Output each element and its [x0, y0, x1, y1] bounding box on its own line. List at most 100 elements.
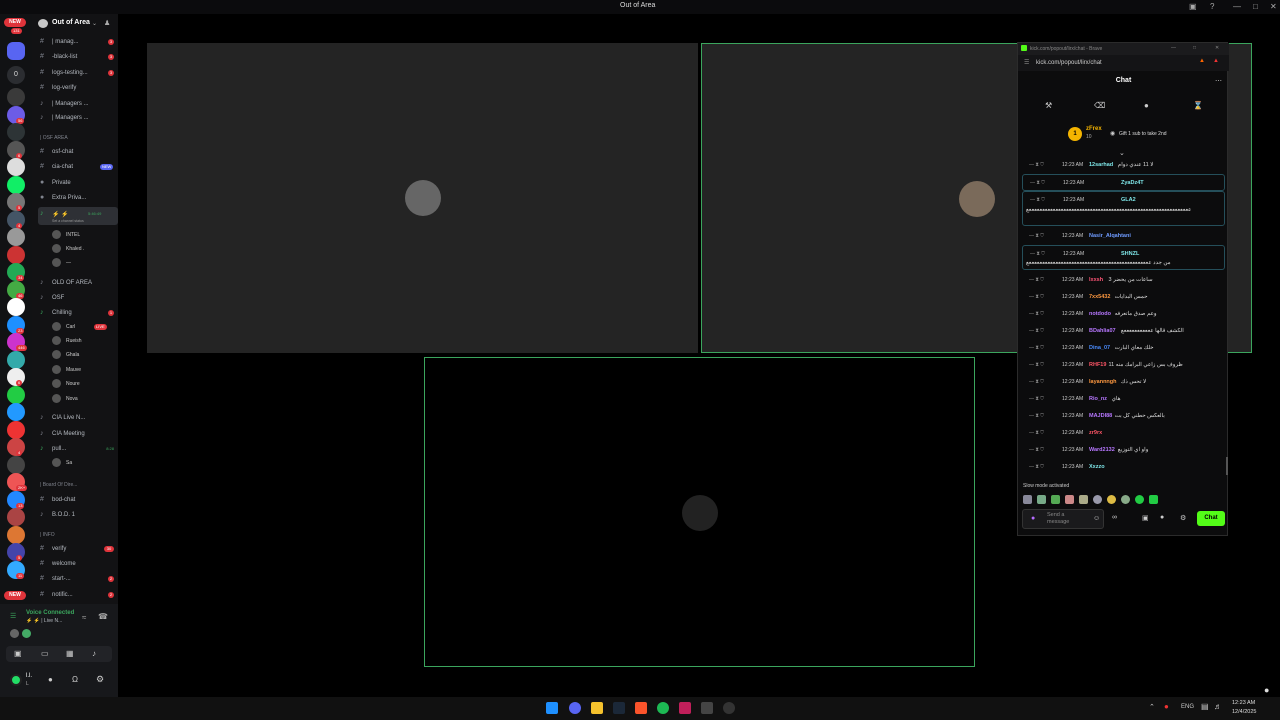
- moderation-icons[interactable]: — ⧗ ⛉: [1029, 345, 1044, 351]
- video-tile-speaking[interactable]: [424, 357, 975, 667]
- message-input[interactable]: ● Send a message ☺: [1022, 509, 1104, 529]
- avatar[interactable]: [10, 674, 22, 686]
- screen-share-icon[interactable]: ▭: [41, 649, 49, 658]
- message-username[interactable]: zr9rx: [1089, 430, 1102, 436]
- moderation-icons[interactable]: — ⧗ ⛉: [1029, 311, 1044, 317]
- moderation-icons[interactable]: — ⧗ ⛉: [1029, 294, 1044, 300]
- trash-icon[interactable]: ⌫: [1094, 101, 1105, 110]
- category-header[interactable]: | INFO: [40, 532, 55, 538]
- voice-channel-item[interactable]: ♪ | Managers ...: [38, 97, 118, 111]
- message-username[interactable]: 7xx5432: [1089, 294, 1110, 300]
- disconnect-icon[interactable]: ☎: [98, 612, 108, 621]
- store-icon[interactable]: ▣: [1142, 514, 1149, 522]
- category-header[interactable]: | OSF AREA: [40, 135, 68, 141]
- emote-icon[interactable]: [1149, 495, 1158, 504]
- start-menu-icon[interactable]: [546, 702, 558, 714]
- moderation-icons[interactable]: — ⧗ ⛉: [1030, 180, 1045, 186]
- chat-message[interactable]: — ⧗ ⛉ 12:23 AM Dina_07 خلك معاي البارت: [1022, 340, 1225, 357]
- server-icon[interactable]: [7, 403, 25, 421]
- chat-message[interactable]: — ⧗ ⛉ 12:23 AM MAJDI88 بالعكس حطني كل بت: [1022, 408, 1225, 425]
- voice-channel-item[interactable]: ♪ pull... 8:28: [38, 442, 118, 456]
- settings-icon[interactable]: ⚙: [96, 674, 104, 685]
- channel-item[interactable]: # logs-testing... 3: [38, 66, 118, 80]
- server-icon[interactable]: [7, 228, 25, 246]
- moderation-icons[interactable]: — ⧗ ⛉: [1029, 430, 1044, 436]
- voice-channel-item[interactable]: ● Private: [38, 176, 118, 190]
- message-username[interactable]: 12sarhad: [1089, 162, 1113, 168]
- channel-item[interactable]: # verify 30: [38, 542, 118, 556]
- close-button[interactable]: ✕: [1270, 2, 1277, 11]
- channel-item[interactable]: # osf-chat: [38, 145, 118, 159]
- maximize-button[interactable]: □: [1193, 45, 1196, 51]
- moderation-icons[interactable]: — ⧗ ⛉: [1029, 162, 1044, 168]
- chat-message[interactable]: — ⧗ ⛉ 12:23 AM Nasir_Alqahtani: [1022, 228, 1225, 245]
- moderation-icons[interactable]: — ⧗ ⛉: [1029, 277, 1044, 283]
- moderation-icons[interactable]: — ⧗ ⛉: [1030, 251, 1045, 257]
- server-icon[interactable]: [7, 123, 25, 141]
- emote-icon[interactable]: [1093, 495, 1102, 504]
- message-username[interactable]: MAJDI88: [1089, 413, 1112, 419]
- voice-channel-item[interactable]: ♪ B.O.D. 1: [38, 508, 118, 522]
- emote-icon[interactable]: [1065, 495, 1074, 504]
- chevron-down-icon[interactable]: ⌄: [92, 20, 97, 27]
- microphone-icon[interactable]: ●: [1264, 685, 1269, 695]
- file-explorer-icon[interactable]: [591, 702, 603, 714]
- message-username[interactable]: SHNZL: [1121, 251, 1139, 257]
- channel-item[interactable]: # start-... 2: [38, 572, 118, 586]
- brave-icon[interactable]: [635, 702, 647, 714]
- voice-channel-item[interactable]: ♪ OLD OF AREA: [38, 276, 118, 290]
- channel-item[interactable]: # welcome: [38, 557, 118, 571]
- video-tile[interactable]: [147, 43, 698, 353]
- gift-text[interactable]: Gift 1 sub to take 2nd: [1119, 131, 1167, 137]
- chat-message[interactable]: — ⧗ ⛉ 12:23 AM notdodo وعم صدق ماتعرفه: [1022, 306, 1225, 323]
- language-indicator[interactable]: ENG: [1181, 704, 1194, 710]
- chat-bubble-icon[interactable]: ●: [1144, 101, 1149, 110]
- volume-icon[interactable]: ♬: [1214, 702, 1222, 711]
- chat-message[interactable]: — ⧗ ⛉ 12:23 AM Xxzzo: [1022, 459, 1225, 476]
- server-name[interactable]: Out of Area: [52, 19, 90, 26]
- chat-message[interactable]: — ⧗ ⛉ 12:23 AM SHNZL من جدد ععععععععععععععع…: [1022, 245, 1225, 270]
- points-icon[interactable]: ∞: [1112, 514, 1117, 521]
- message-username[interactable]: layannngh: [1089, 379, 1117, 385]
- chat-bubble-icon[interactable]: ●: [1160, 514, 1164, 521]
- help-icon[interactable]: ?: [1210, 2, 1214, 11]
- send-chat-button[interactable]: Chat: [1197, 511, 1225, 526]
- app-icon[interactable]: [679, 702, 691, 714]
- pinned-user[interactable]: zFrex: [1086, 126, 1102, 132]
- discord-icon[interactable]: [569, 702, 581, 714]
- server-icon[interactable]: [7, 245, 25, 264]
- chat-message[interactable]: — ⧗ ⛉ 12:23 AM zr9rx: [1022, 425, 1225, 442]
- emote-icon[interactable]: [1051, 495, 1060, 504]
- message-username[interactable]: ZyaDz4T: [1121, 180, 1144, 186]
- soundboard-icon[interactable]: ♪: [92, 649, 96, 658]
- moderation-icons[interactable]: — ⧗ ⛉: [1029, 328, 1044, 334]
- chat-message[interactable]: — ⧗ ⛉ 12:23 AM ZyaDz4T: [1022, 174, 1225, 191]
- headphones-icon[interactable]: Ω: [72, 675, 78, 684]
- more-options-icon[interactable]: ⋯: [1215, 77, 1222, 85]
- voice-channel-name[interactable]: ⚡ ⚡ | Live N...: [26, 618, 62, 624]
- server-icon[interactable]: [7, 175, 25, 194]
- channel-item[interactable]: # -black-list 3: [38, 50, 118, 64]
- voice-status[interactable]: Voice Connected: [26, 610, 74, 616]
- direct-messages-icon[interactable]: [7, 42, 25, 60]
- moderation-icons[interactable]: — ⧗ ⛉: [1029, 396, 1044, 402]
- channel-item[interactable]: # log-verify: [38, 81, 118, 95]
- emote-icon[interactable]: [1135, 495, 1144, 504]
- voice-channel-item[interactable]: ♪ OSF: [38, 291, 118, 305]
- settings-icon[interactable]: ⚙: [1180, 514, 1186, 522]
- emote-icon[interactable]: [1121, 495, 1130, 504]
- microphone-icon[interactable]: ●: [1031, 515, 1035, 522]
- moderation-icons[interactable]: — ⧗ ⛉: [1029, 233, 1044, 239]
- site-info-icon[interactable]: ☰: [1024, 59, 1029, 66]
- server-icon[interactable]: [7, 385, 25, 404]
- brave-shield-icon[interactable]: ▲: [1199, 58, 1205, 64]
- chat-message[interactable]: — ⧗ ⛉ 12:23 AM BDahlia07 الكشف قالها عععععع…: [1022, 323, 1225, 340]
- message-username[interactable]: GLA2: [1121, 197, 1136, 203]
- chat-message[interactable]: — ⧗ ⛉ 12:23 AM Ward2132 واو اي التوزيع: [1022, 442, 1225, 459]
- channel-item[interactable]: # cia-chat NEW: [38, 160, 118, 174]
- scrollbar-thumb[interactable]: [1226, 457, 1228, 475]
- message-username[interactable]: RHF19: [1089, 362, 1106, 368]
- chevron-up-icon[interactable]: ⌃: [1149, 703, 1155, 711]
- add-friend-icon[interactable]: ♟: [104, 19, 110, 27]
- message-username[interactable]: BDahlia07: [1089, 328, 1116, 334]
